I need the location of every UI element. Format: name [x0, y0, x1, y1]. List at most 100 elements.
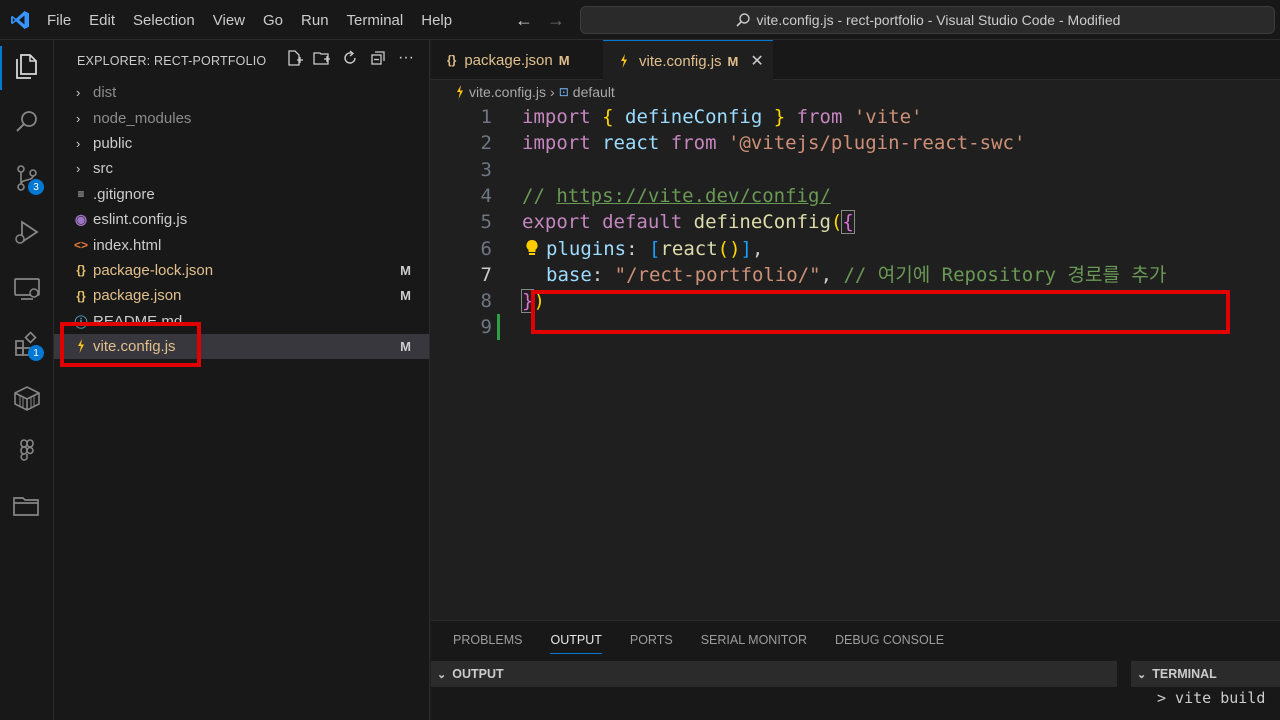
tree-item-label: .gitignore — [93, 185, 155, 203]
figma-icon[interactable] — [11, 436, 43, 468]
terminal-section-header[interactable]: ⌄ TERMINAL — [1131, 661, 1280, 687]
menu-run[interactable]: Run — [292, 12, 338, 29]
chevron-down-icon: ⌄ — [437, 668, 447, 681]
title-bar: File Edit Selection View Go Run Terminal… — [0, 0, 1280, 40]
new-folder-icon[interactable] — [313, 49, 331, 67]
line-content: import { defineConfig } from 'vite' — [522, 104, 923, 130]
output-label: OUTPUT — [452, 667, 504, 681]
tab-vite-config[interactable]: vite.config.js M ✕ — [603, 40, 773, 81]
folder-icon[interactable] — [11, 490, 43, 522]
tree-item-public[interactable]: › public — [54, 131, 429, 156]
search-icon[interactable] — [11, 106, 43, 138]
tree-item-label: dist — [93, 84, 117, 102]
line-number: 8 — [480, 290, 492, 313]
forward-arrow-icon[interactable]: → — [547, 10, 565, 31]
vite-icon — [457, 85, 463, 99]
more-actions-icon[interactable]: ··· — [397, 49, 415, 67]
chevron-right-icon: › — [76, 135, 81, 151]
token: // — [522, 184, 545, 207]
line-number: 3 — [480, 158, 492, 181]
breadcrumb: vite.config.js › ⊡ default — [455, 84, 615, 100]
tab-debug-console[interactable]: DEBUG CONSOLE — [835, 633, 944, 654]
token: [ — [648, 237, 661, 260]
tab-problems[interactable]: PROBLEMS — [453, 633, 522, 654]
token: from — [796, 106, 843, 128]
breadcrumb-symbol[interactable]: default — [573, 84, 615, 100]
tree-item-label: eslint.config.js — [93, 211, 188, 229]
token: '@vitejs/plugin-react-swc' — [727, 132, 1026, 155]
menu-edit[interactable]: Edit — [80, 12, 124, 29]
token: react — [660, 237, 718, 260]
line-content: import react from '@vitejs/plugin-react-… — [522, 130, 1025, 156]
tab-serial-monitor[interactable]: SERIAL MONITOR — [701, 633, 807, 654]
tab-package-json[interactable]: {} package.json M — [431, 40, 603, 80]
line-content: // https://vite.dev/config/ — [522, 183, 831, 209]
explorer-actions: ··· — [285, 49, 415, 67]
tree-item-node-modules[interactable]: › node_modules — [54, 105, 429, 130]
chevron-down-icon: ⌄ — [1137, 668, 1147, 681]
packages-icon[interactable] — [11, 382, 43, 414]
window-title: vite.config.js - rect-portfolio - Visual… — [756, 12, 1121, 28]
token: : — [591, 263, 604, 286]
collapse-all-icon[interactable] — [369, 49, 387, 67]
token: defineConfig — [625, 106, 763, 128]
explorer-header: EXPLORER: RECT-PORTFOLIO — [77, 54, 267, 68]
token: 'vite' — [853, 106, 923, 128]
tree-item-src[interactable]: › src — [54, 156, 429, 181]
code-line: 1 import { defineConfig } from 'vite' — [431, 104, 1280, 130]
token: , — [751, 237, 764, 260]
tree-item-dist[interactable]: › dist — [54, 80, 429, 105]
tree-item-index-html[interactable]: <> index.html — [54, 232, 429, 257]
code-line: 4 // https://vite.dev/config/ — [431, 183, 1280, 209]
code-line: 5 export default defineConfig({ — [431, 209, 1280, 235]
token: import — [522, 132, 591, 155]
tree-item-eslint-config[interactable]: ◉ eslint.config.js — [54, 207, 429, 232]
menu-help[interactable]: Help — [412, 12, 461, 29]
lightbulb-icon[interactable] — [525, 239, 539, 257]
panel-tabs: PROBLEMS OUTPUT PORTS SERIAL MONITOR DEB… — [453, 633, 944, 654]
line-number: 2 — [480, 132, 492, 155]
vscode-logo-icon[interactable] — [10, 10, 30, 30]
breadcrumb-file[interactable]: vite.config.js — [469, 84, 546, 100]
tree-item-package-lock[interactable]: {} package-lock.json M — [54, 258, 429, 283]
line-number: 9 — [480, 316, 492, 339]
tab-ports[interactable]: PORTS — [630, 633, 673, 654]
menu-file[interactable]: File — [38, 12, 80, 29]
menu-terminal[interactable]: Terminal — [338, 12, 413, 29]
chevron-right-icon: › — [76, 161, 81, 177]
token: ] — [740, 237, 752, 260]
run-debug-icon[interactable] — [11, 216, 43, 248]
line-number: 1 — [480, 106, 492, 128]
comment-link[interactable]: https://vite.dev/config/ — [556, 185, 831, 207]
tab-label: package.json — [464, 51, 553, 69]
lines-icon: ≡ — [77, 187, 85, 202]
line-content: export default defineConfig({ — [522, 209, 855, 235]
explorer-icon[interactable] — [11, 50, 43, 82]
menu-view[interactable]: View — [204, 12, 254, 29]
line-number: 4 — [480, 184, 492, 207]
close-icon[interactable]: ✕ — [750, 51, 763, 71]
refresh-icon[interactable] — [341, 49, 359, 67]
menu-go[interactable]: Go — [254, 12, 292, 29]
token: react — [602, 132, 660, 155]
token: plugins — [546, 237, 627, 260]
back-arrow-icon[interactable]: ← — [515, 10, 533, 31]
remote-explorer-icon[interactable] — [11, 272, 43, 304]
terminal-label: TERMINAL — [1152, 667, 1217, 681]
menu-bar: File Edit Selection View Go Run Terminal… — [38, 0, 461, 40]
command-center[interactable]: vite.config.js - rect-portfolio - Visual… — [580, 6, 1275, 34]
tree-item-package-json[interactable]: {} package.json M — [54, 283, 429, 308]
active-indicator — [0, 46, 2, 90]
line-content: base: "/rect-portfolio/", // 여기에 Reposit… — [546, 262, 1166, 288]
symbol-icon: ⊡ — [558, 85, 569, 99]
eslint-icon: ◉ — [74, 211, 88, 228]
menu-selection[interactable]: Selection — [124, 12, 204, 29]
tree-item-gitignore[interactable]: ≡ .gitignore — [54, 182, 429, 207]
terminal-output[interactable]: > vite build — [1157, 689, 1265, 707]
token: export — [522, 211, 591, 234]
token: ( — [830, 211, 843, 234]
new-file-icon[interactable] — [285, 49, 303, 67]
html-icon: <> — [73, 238, 88, 253]
output-section-header[interactable]: ⌄ OUTPUT — [431, 661, 1117, 687]
tab-output[interactable]: OUTPUT — [550, 633, 602, 654]
